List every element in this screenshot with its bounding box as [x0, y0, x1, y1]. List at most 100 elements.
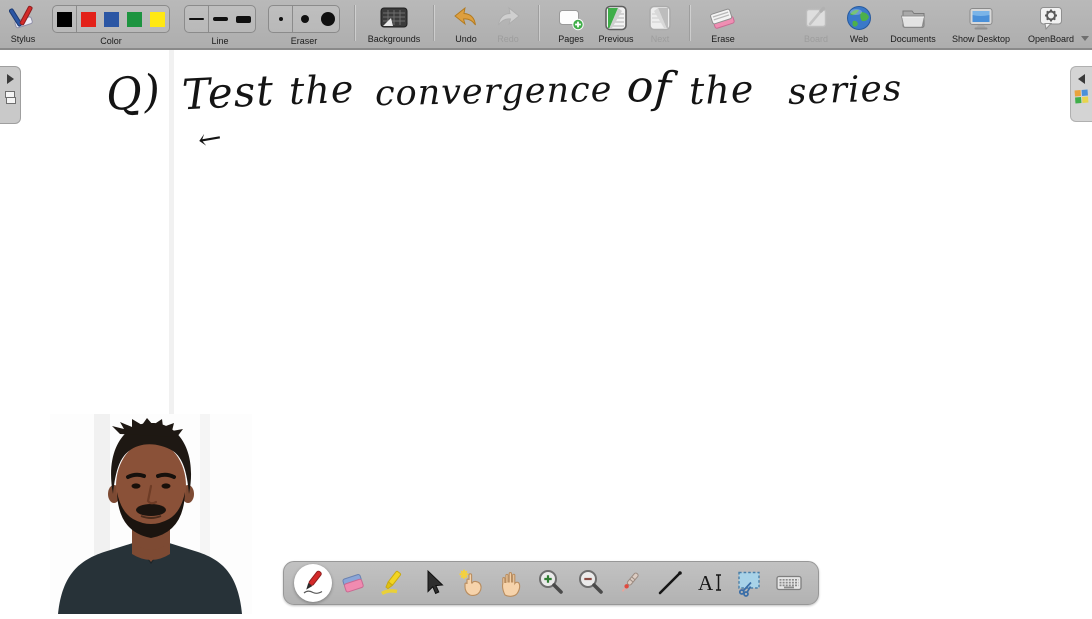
web-globe-icon	[845, 3, 873, 33]
pen-tool-button[interactable]	[294, 564, 332, 602]
swatch-red	[81, 12, 96, 27]
pages-label: Pages	[558, 34, 584, 44]
eraser-small-option[interactable]	[269, 6, 293, 32]
handwriting-arrow: ←	[195, 120, 225, 157]
pen-icon	[298, 568, 328, 598]
line-medium-option[interactable]	[209, 6, 232, 32]
redo-label: Redo	[497, 34, 519, 44]
toolbar-collapse-icon[interactable]	[1081, 36, 1089, 41]
documents-folder-icon	[898, 3, 928, 33]
web-button[interactable]: Web	[840, 0, 878, 48]
swatch-black	[57, 12, 72, 27]
pages-button[interactable]: Pages	[551, 0, 591, 48]
top-toolbar: Stylus Color Line Eraser	[0, 0, 1092, 50]
color-swatch-blue[interactable]	[100, 6, 123, 32]
line-tool-button[interactable]	[651, 564, 689, 602]
line-label: Line	[211, 36, 228, 46]
capture-tool-button[interactable]	[730, 564, 768, 602]
handwriting-word: the	[288, 67, 355, 113]
line-icon	[655, 568, 685, 598]
eraser-tool-button[interactable]	[334, 564, 372, 602]
eraser-group: Eraser	[268, 0, 340, 48]
color-swatch-green[interactable]	[123, 6, 146, 32]
documents-button[interactable]: Documents	[884, 0, 942, 48]
eraser-icon	[338, 568, 368, 598]
swatch-yellow	[150, 12, 165, 27]
eraser-medium-option[interactable]	[293, 6, 316, 32]
eraser-large-option[interactable]	[316, 6, 339, 32]
line-options	[184, 5, 256, 33]
eraser-large-icon	[321, 12, 335, 26]
handwriting-word: Q)	[103, 65, 163, 121]
line-group: Line	[184, 0, 256, 48]
laser-pointer-tool-button[interactable]	[611, 564, 649, 602]
handwriting-word: the	[688, 67, 755, 113]
stylus-button[interactable]: Stylus	[6, 0, 40, 48]
toolbar-separator	[433, 5, 434, 41]
undo-button[interactable]: Undo	[446, 0, 486, 48]
zoom-out-tool-button[interactable]	[572, 564, 610, 602]
laser-pointer-icon	[615, 568, 645, 598]
swatch-green	[127, 12, 142, 27]
eraser-label: Eraser	[291, 36, 318, 46]
redo-icon	[494, 3, 522, 33]
erase-board-icon	[708, 3, 738, 33]
zoom-in-tool-button[interactable]	[532, 564, 570, 602]
show-desktop-button[interactable]: Show Desktop	[946, 0, 1016, 48]
handwriting-word: of	[626, 61, 673, 114]
line-thick-icon	[236, 16, 251, 23]
board-button[interactable]: Board	[796, 0, 836, 48]
color-group: Color	[52, 0, 170, 48]
zoom-out-icon	[576, 568, 606, 598]
erase-label: Erase	[711, 34, 735, 44]
show-desktop-label: Show Desktop	[952, 34, 1010, 44]
handwriting-word: convergence	[375, 70, 613, 114]
pages-panel-tab-icon	[5, 91, 16, 104]
line-thick-option[interactable]	[232, 6, 255, 32]
color-swatch-red[interactable]	[77, 6, 100, 32]
handwriting-word: Test	[181, 66, 275, 120]
zoom-in-icon	[536, 568, 566, 598]
pages-panel-tab[interactable]	[0, 66, 21, 124]
pointing-hand-icon	[457, 568, 487, 598]
redo-button[interactable]: Redo	[488, 0, 528, 48]
backgrounds-button[interactable]: Backgrounds	[363, 0, 425, 48]
next-button[interactable]: Next	[641, 0, 679, 48]
openboard-gear-icon	[1037, 3, 1065, 33]
pages-icon	[557, 3, 585, 33]
erase-button[interactable]: Erase	[702, 0, 744, 48]
line-thin-option[interactable]	[185, 6, 209, 32]
toolbar-separator	[354, 5, 355, 41]
line-medium-icon	[213, 17, 228, 21]
capture-icon	[734, 568, 764, 598]
library-panel-tab[interactable]	[1070, 66, 1092, 122]
text-icon: A	[695, 568, 725, 598]
swatch-blue	[104, 12, 119, 27]
previous-button[interactable]: Previous	[593, 0, 639, 48]
previous-label: Previous	[598, 34, 633, 44]
board-mode-icon	[802, 3, 830, 33]
color-swatch-yellow[interactable]	[146, 6, 169, 32]
open-hand-icon	[496, 568, 526, 598]
expand-right-icon	[7, 74, 14, 84]
line-thin-icon	[189, 18, 204, 20]
toolbar-separator	[689, 5, 690, 41]
eraser-options	[268, 5, 340, 33]
eraser-medium-icon	[301, 15, 309, 23]
interact-tool-button[interactable]	[453, 564, 491, 602]
selector-tool-button[interactable]	[413, 564, 451, 602]
stylus-label: Stylus	[11, 34, 36, 44]
virtual-keyboard-tool-button[interactable]	[770, 564, 808, 602]
backgrounds-icon	[379, 3, 409, 33]
text-tool-button[interactable]: A	[691, 564, 729, 602]
toolbar-separator	[538, 5, 539, 41]
svg-text:A: A	[698, 571, 714, 595]
color-swatch-black[interactable]	[53, 6, 77, 32]
expand-left-icon	[1078, 74, 1085, 84]
documents-label: Documents	[890, 34, 936, 44]
highlighter-tool-button[interactable]	[373, 564, 411, 602]
show-desktop-monitor-icon	[966, 3, 996, 33]
scroll-page-tool-button[interactable]	[492, 564, 530, 602]
openboard-label: OpenBoard	[1028, 34, 1074, 44]
openboard-settings-button[interactable]: OpenBoard	[1020, 0, 1082, 48]
